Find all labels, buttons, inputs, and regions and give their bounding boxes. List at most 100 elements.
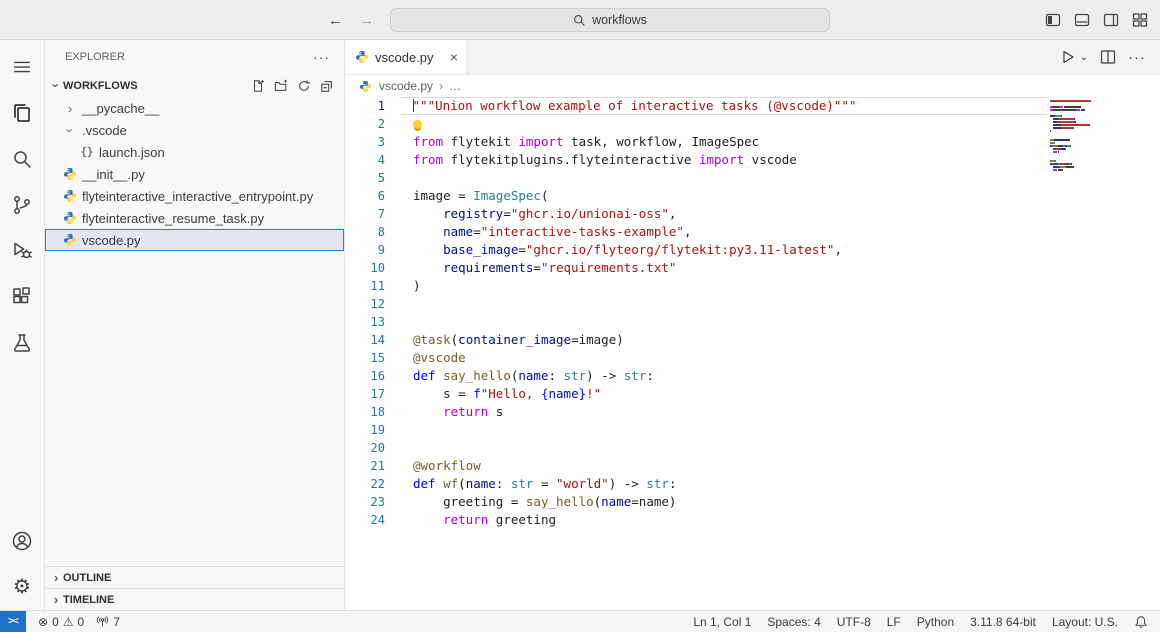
code-line-20[interactable]: 20 (345, 439, 1160, 457)
explorer-more-icon[interactable]: ··· (313, 49, 330, 65)
tree-item-label: launch.json (99, 145, 165, 160)
status-item-python[interactable]: Python (917, 615, 954, 629)
code-line-17[interactable]: 17 s = f"Hello, {name}!" (345, 385, 1160, 403)
toggle-secondary-sidebar-icon[interactable] (1103, 12, 1119, 28)
tree-item-flyteinteractive_interactive_entrypoint.py[interactable]: flyteinteractive_interactive_entrypoint.… (45, 185, 344, 207)
search-view-icon[interactable] (0, 136, 45, 182)
editor-more-icon[interactable]: ··· (1128, 49, 1146, 66)
code-line-19[interactable]: 19 (345, 421, 1160, 439)
tree-item-__pycache__[interactable]: ›__pycache__ (45, 97, 344, 119)
status-item-utf-8[interactable]: UTF-8 (837, 615, 871, 629)
collapse-all-icon[interactable] (320, 79, 334, 93)
back-icon[interactable]: ← (328, 12, 343, 29)
breadcrumb-separator: › (439, 79, 443, 93)
new-file-icon[interactable] (251, 79, 265, 93)
code-line-7[interactable]: 7 registry="ghcr.io/unionai-oss", (345, 205, 1160, 223)
code-line-14[interactable]: 14@task(container_image=image) (345, 331, 1160, 349)
tree-item-.vscode[interactable]: ›.vscode (45, 119, 344, 141)
workflows-section-header[interactable]: › WORKFLOWS (45, 74, 344, 97)
menu-icon[interactable] (0, 44, 45, 90)
lightbulb-icon[interactable] (413, 120, 422, 129)
ports-indicator[interactable]: 7 (96, 615, 120, 629)
refresh-icon[interactable] (297, 79, 311, 93)
breadcrumb-more[interactable]: … (449, 79, 461, 93)
status-item-3-11-8-64-bit[interactable]: 3.11.8 64-bit (970, 615, 1036, 629)
code-editor[interactable]: 1"""Union workflow example of interactiv… (345, 97, 1160, 610)
code-line-16[interactable]: 16def say_hello(name: str) -> str: (345, 367, 1160, 385)
explorer-icon[interactable] (0, 90, 45, 136)
code-line-4[interactable]: 4from flytekitplugins.flyteinteractive i… (345, 151, 1160, 169)
code-lines: 1"""Union workflow example of interactiv… (345, 97, 1160, 529)
toggle-panel-icon[interactable] (1074, 12, 1090, 28)
line-number: 24 (345, 511, 385, 529)
settings-gear-icon[interactable]: ⚙ (0, 564, 45, 610)
tree-item-label: flyteinteractive_resume_task.py (82, 211, 264, 226)
code-line-13[interactable]: 13 (345, 313, 1160, 331)
line-number: 6 (345, 187, 385, 205)
status-item-spaces-4[interactable]: Spaces: 4 (767, 615, 820, 629)
outline-section[interactable]: › OUTLINE (45, 566, 344, 588)
line-number: 17 (345, 385, 385, 403)
code-line-24[interactable]: 24 return greeting (345, 511, 1160, 529)
tab-vscode-py[interactable]: vscode.py × (345, 40, 467, 74)
code-line-3[interactable]: 3from flytekit import task, workflow, Im… (345, 133, 1160, 151)
python-icon (63, 167, 77, 181)
status-item-ln-1-col-1[interactable]: Ln 1, Col 1 (693, 615, 751, 629)
line-number: 2 (345, 115, 385, 133)
breadcrumb[interactable]: vscode.py › … (345, 75, 1160, 97)
minimap[interactable] (1050, 100, 1108, 172)
tab-label: vscode.py (375, 50, 434, 65)
timeline-section[interactable]: › TIMELINE (45, 588, 344, 610)
remote-indicator[interactable]: >< (0, 611, 26, 632)
status-item-lf[interactable]: LF (887, 615, 901, 629)
status-right: Ln 1, Col 1 Spaces: 4 UTF-8 LF Python 3.11.8 … (693, 615, 1118, 629)
new-folder-icon[interactable] (274, 79, 288, 93)
breadcrumb-file[interactable]: vscode.py (379, 79, 433, 93)
code-line-11[interactable]: 11) (345, 277, 1160, 295)
status-item-layout-u-s-[interactable]: Layout: U.S. (1052, 615, 1118, 629)
problems-indicator[interactable]: ⊗ 0 ⚠ 0 (38, 615, 84, 629)
code-line-5[interactable]: 5 (345, 169, 1160, 187)
remote-icon: >< (8, 616, 18, 627)
customize-layout-icon[interactable] (1132, 12, 1148, 28)
code-line-23[interactable]: 23 greeting = say_hello(name=name) (345, 493, 1160, 511)
command-center-search[interactable]: workflows (390, 8, 830, 32)
tree-item-vscode.py[interactable]: vscode.py (45, 229, 344, 251)
code-line-1[interactable]: 1"""Union workflow example of interactiv… (345, 97, 1160, 115)
source-control-icon[interactable] (0, 182, 45, 228)
warning-icon: ⚠ (63, 615, 74, 629)
code-line-9[interactable]: 9 base_image="ghcr.io/flyteorg/flytekit:… (345, 241, 1160, 259)
forward-icon[interactable]: → (359, 12, 374, 29)
account-icon[interactable] (0, 518, 45, 564)
extensions-icon[interactable] (0, 274, 45, 320)
split-editor-icon[interactable] (1100, 49, 1116, 65)
line-number: 11 (345, 277, 385, 295)
line-number: 8 (345, 223, 385, 241)
code-line-2[interactable]: 2 (345, 115, 1160, 133)
testing-flask-icon[interactable] (0, 320, 45, 366)
tree-item-flyteinteractive_resume_task.py[interactable]: flyteinteractive_resume_task.py (45, 207, 344, 229)
code-line-12[interactable]: 12 (345, 295, 1160, 313)
tree-item-__init__.py[interactable]: __init__.py (45, 163, 344, 185)
code-line-21[interactable]: 21@workflow (345, 457, 1160, 475)
error-icon: ⊗ (38, 615, 48, 629)
code-line-22[interactable]: 22def wf(name: str = "world") -> str: (345, 475, 1160, 493)
line-number: 9 (345, 241, 385, 259)
toggle-primary-sidebar-icon[interactable] (1045, 12, 1061, 28)
ports-broadcast-icon (96, 615, 109, 628)
code-line-15[interactable]: 15@vscode (345, 349, 1160, 367)
run-debug-icon[interactable] (0, 228, 45, 274)
tab-close-icon[interactable]: × (450, 49, 458, 65)
code-line-8[interactable]: 8 name="interactive-tasks-example", (345, 223, 1160, 241)
python-icon (63, 189, 77, 203)
code-line-6[interactable]: 6image = ImageSpec( (345, 187, 1160, 205)
title-bar: ← → workflows (0, 0, 1160, 40)
run-python-file-icon[interactable] (1060, 49, 1076, 65)
tree-item-launch.json[interactable]: {}launch.json (45, 141, 344, 163)
code-line-10[interactable]: 10 requirements="requirements.txt" (345, 259, 1160, 277)
line-number: 20 (345, 439, 385, 457)
status-bar: >< ⊗ 0 ⚠ 0 7 Ln 1, Col 1 Spaces: 4 UTF-8 LF… (0, 610, 1160, 632)
notifications-bell-icon[interactable] (1134, 615, 1148, 629)
run-dropdown-icon[interactable]: ⌄ (1080, 52, 1088, 63)
code-line-18[interactable]: 18 return s (345, 403, 1160, 421)
